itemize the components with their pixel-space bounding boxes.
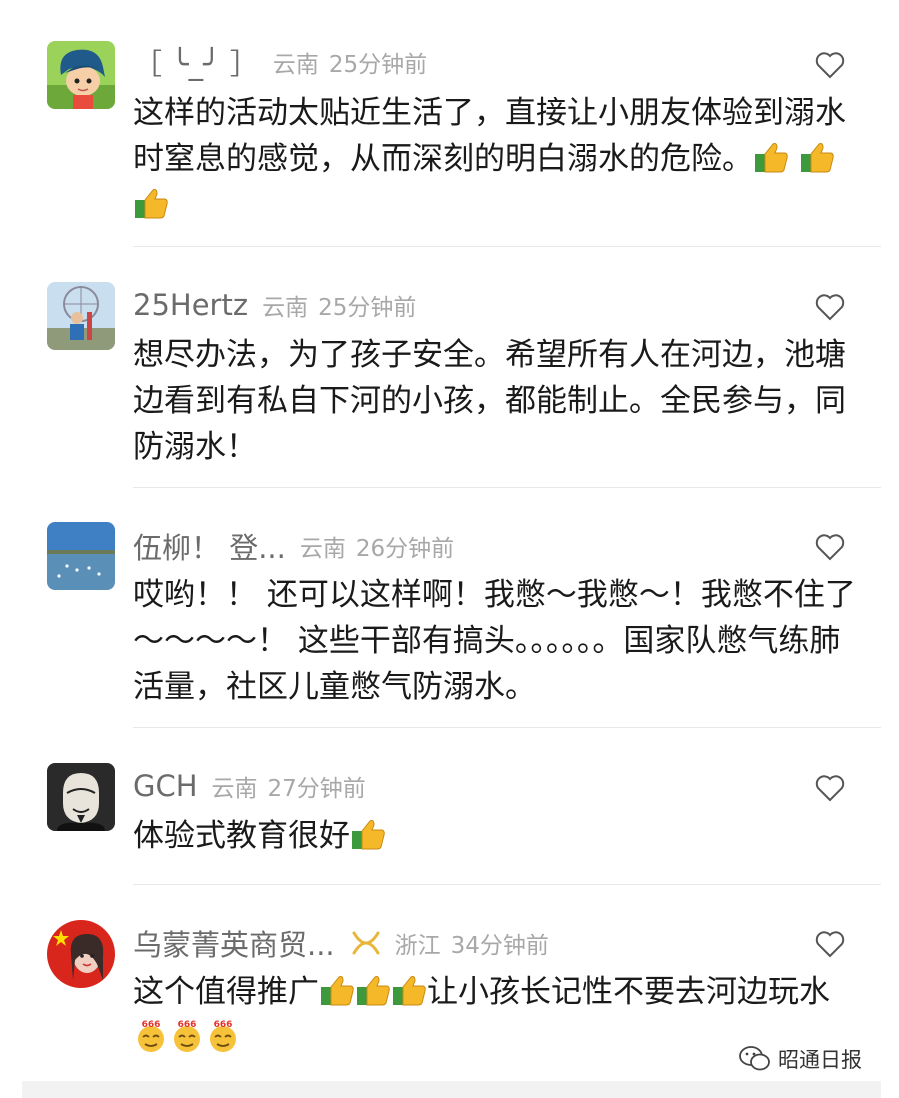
heart-icon[interactable] xyxy=(814,50,846,80)
username[interactable]: ［ ╰_╯ ］ xyxy=(133,41,259,83)
thumbs-up-icon xyxy=(357,976,390,1006)
location-label: 浙江 xyxy=(394,933,441,959)
heart-icon[interactable] xyxy=(814,532,846,562)
comment-text-body: 这样的活动太贴近生活了，直接让小朋友体验到溺水时窒息的感觉，从而深刻的明白溺水的… xyxy=(133,95,846,177)
svg-text:666: 666 xyxy=(214,1020,233,1030)
comment-meta: ［ ╰_╯ ］ 云南 25分钟前 xyxy=(133,42,427,82)
timestamp: 26分钟前 xyxy=(355,536,455,562)
comment-text-part: 这个值得推广 xyxy=(133,974,319,1010)
comment-text-body: 体验式教育很好 xyxy=(133,818,350,854)
emoji-666-icon: 666 xyxy=(174,1020,200,1052)
emoji-666-icon: 666 xyxy=(210,1020,236,1052)
divider xyxy=(133,884,881,885)
comment-text-part: 让小孩长记性不要去河边玩水 xyxy=(427,974,830,1010)
comment-text: 哎哟！！ 还可以这样啊！我憋～我憋～！我憋不住了～～～～！ 这些干部有搞头。。。… xyxy=(133,577,856,705)
divider xyxy=(133,246,881,247)
thumbs-up-icon xyxy=(800,143,834,173)
heart-icon[interactable] xyxy=(814,773,846,803)
avatar[interactable] xyxy=(47,920,115,988)
comment-text: 这样的活动太贴近生活了，直接让小朋友体验到溺水时窒息的感觉，从而深刻的明白溺水的… xyxy=(133,90,863,228)
timestamp: 25分钟前 xyxy=(318,295,417,321)
username[interactable]: GCH xyxy=(133,769,198,803)
timestamp: 27分钟前 xyxy=(267,776,366,802)
thumbs-up-icon xyxy=(135,189,168,219)
gold-badge-icon xyxy=(352,931,380,955)
comment-meta: GCH 云南 27分钟前 xyxy=(133,766,366,806)
emoji-666-icon: 666 xyxy=(138,1020,164,1052)
location-label: 云南 xyxy=(262,295,309,321)
location-label: 云南 xyxy=(299,536,346,562)
location-label: 云南 xyxy=(272,52,319,78)
watermark-label: 昭通日报 xyxy=(778,1048,862,1072)
heart-icon[interactable] xyxy=(814,292,846,322)
svg-text:666: 666 xyxy=(142,1020,161,1030)
timestamp: 25分钟前 xyxy=(328,52,428,78)
timestamp: 34分钟前 xyxy=(450,933,549,959)
thumbs-up-icon xyxy=(755,143,788,173)
avatar[interactable] xyxy=(47,41,115,109)
avatar[interactable] xyxy=(47,763,115,831)
comment-text: 想尽办法，为了孩子安全。希望所有人在河边，池塘边看到有私自下河的小孩，都能制止。… xyxy=(133,337,846,465)
thumbs-up-icon xyxy=(352,820,385,850)
avatar[interactable] xyxy=(47,282,115,350)
location-label: 云南 xyxy=(211,776,258,802)
comment-meta: 伍柳！ 登... 云南 26分钟前 xyxy=(133,526,454,566)
heart-icon[interactable] xyxy=(814,929,846,959)
username[interactable]: 伍柳！ 登... xyxy=(133,525,286,567)
svg-text:666: 666 xyxy=(178,1020,197,1030)
bottom-bar xyxy=(22,1081,881,1098)
comment-text: 体验式教育很好 xyxy=(133,813,863,859)
divider xyxy=(133,727,881,728)
avatar[interactable] xyxy=(47,522,115,590)
thumbs-up-icon xyxy=(321,976,354,1006)
username[interactable]: 25Hertz xyxy=(133,288,248,322)
divider xyxy=(133,487,881,488)
comment-meta: 乌蒙菁英商贸... 浙江 34分钟前 xyxy=(133,923,549,963)
comment-meta: 25Hertz 云南 25分钟前 xyxy=(133,285,416,325)
username[interactable]: 乌蒙菁英商贸... xyxy=(133,922,335,964)
watermark: 昭通日报 xyxy=(738,1044,862,1074)
wechat-icon xyxy=(739,1046,770,1071)
thumbs-up-icon xyxy=(393,976,426,1006)
